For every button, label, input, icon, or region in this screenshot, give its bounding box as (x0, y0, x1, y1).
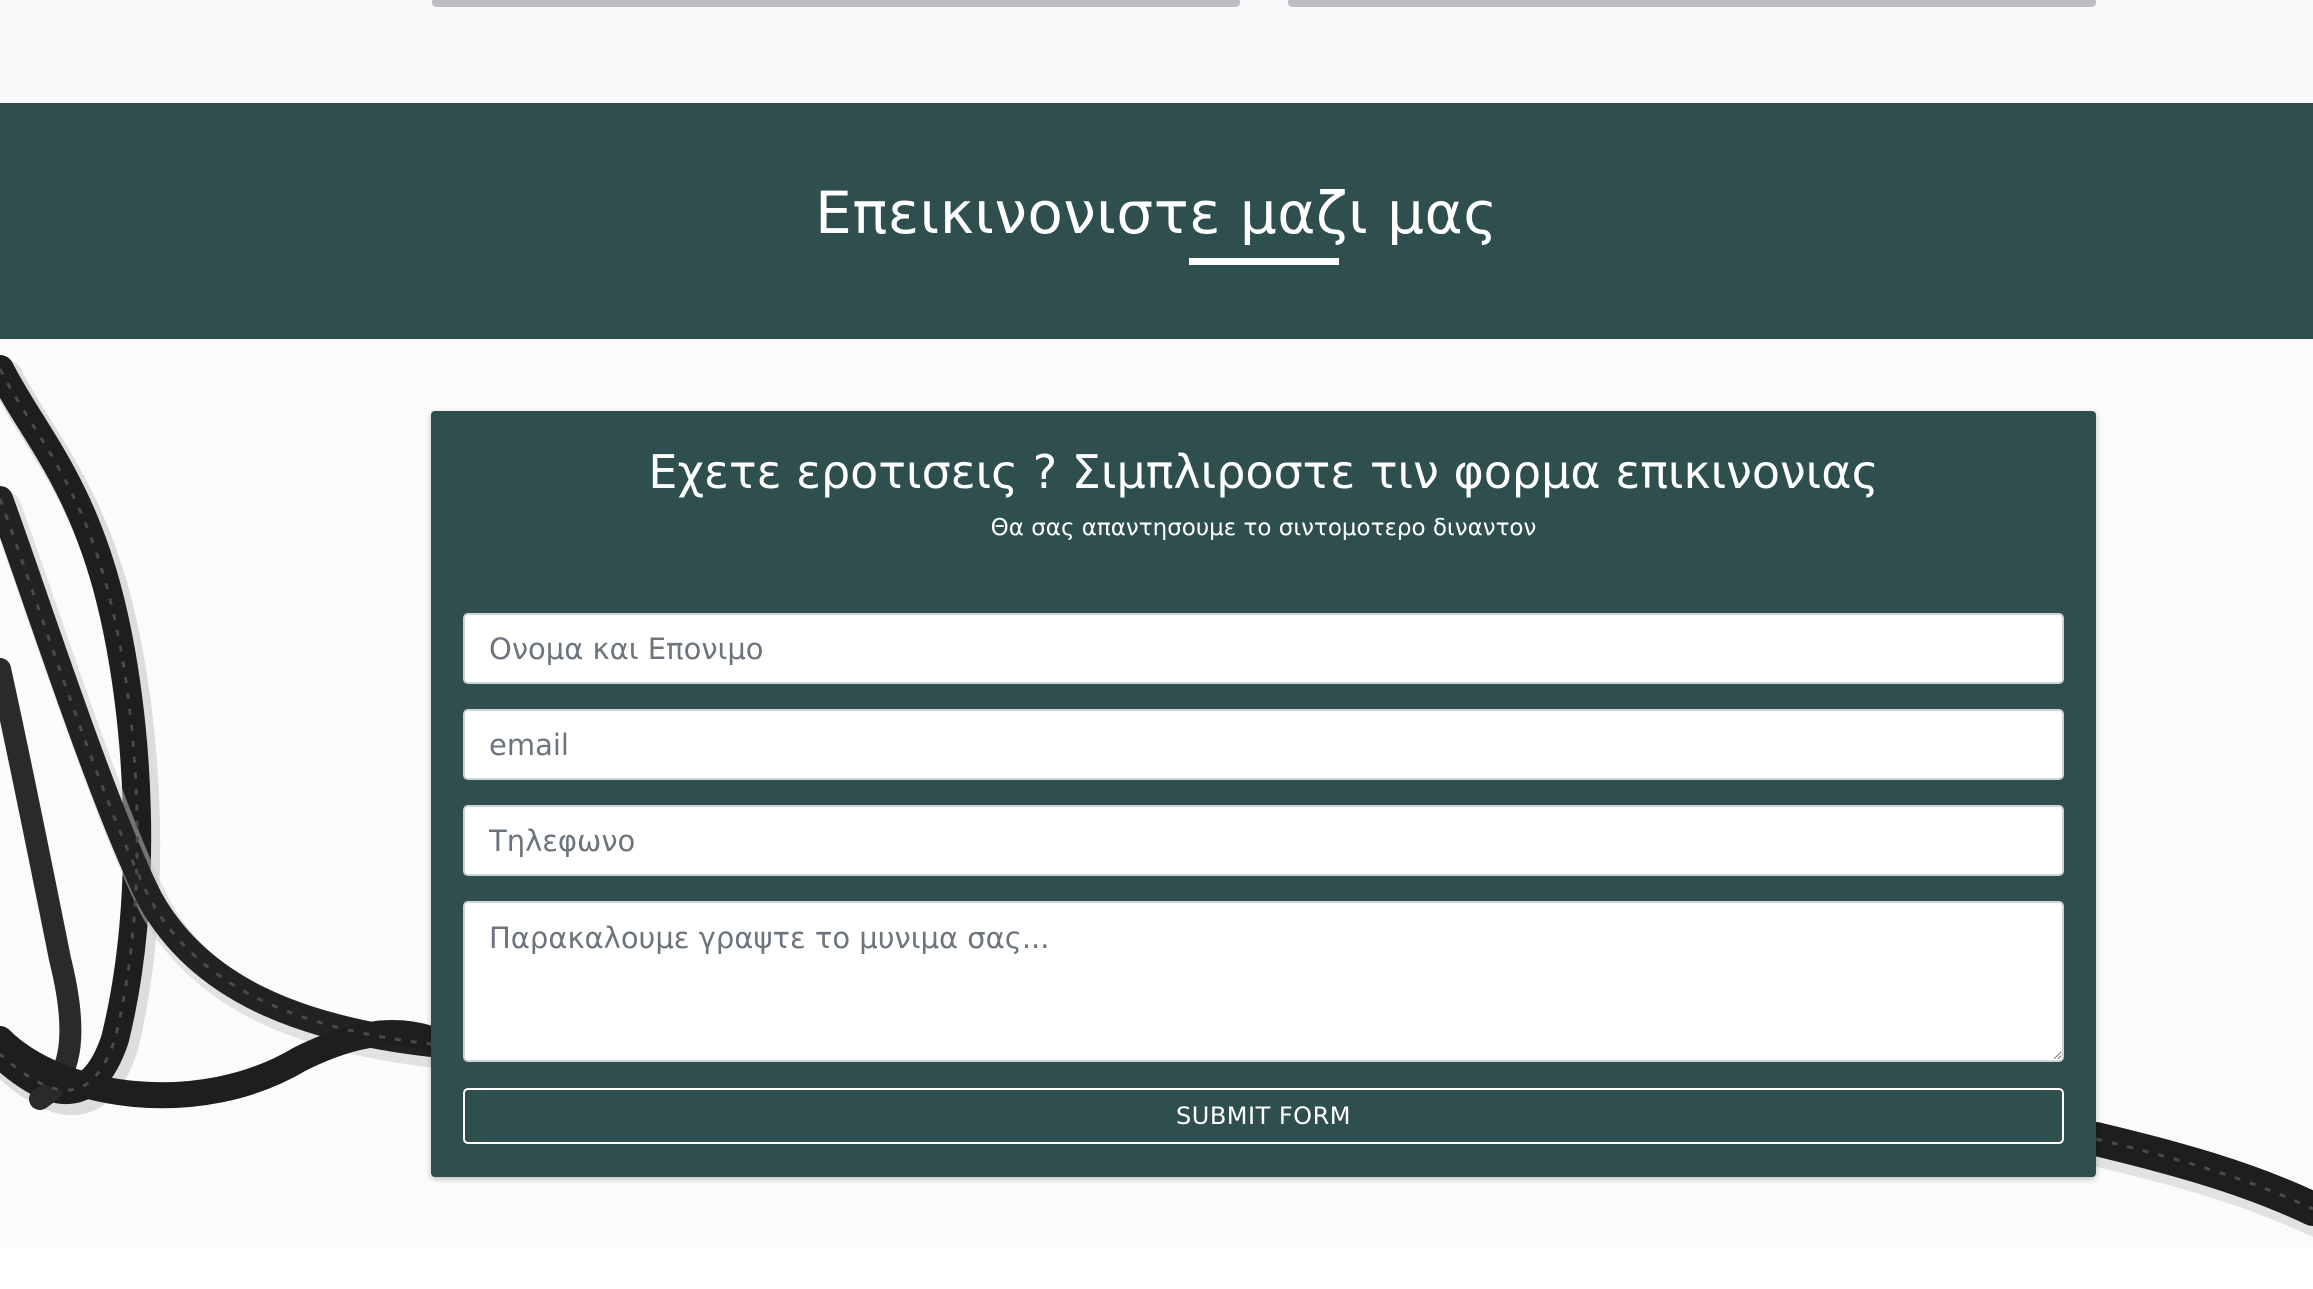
form-subtitle: Θα σας απαντησουμε το σιντομοτερο διναντ… (990, 515, 1537, 541)
contact-page: Επεικινονιστε μαζι μας Εχετε εροτισεις ?… (0, 0, 2313, 1289)
title-underline (1189, 258, 1339, 265)
contact-banner: Επεικινονιστε μαζι μας (0, 103, 2313, 339)
message-textarea[interactable] (463, 901, 2064, 1062)
phone-field[interactable] (463, 805, 2064, 876)
contact-form: Εχετε εροτισεις ? Σιμπλιροστε τιν φορμα … (431, 411, 2096, 1177)
name-field[interactable] (463, 613, 2064, 684)
card-bottom-left (432, 0, 1240, 7)
card-bottom-right (1288, 0, 2096, 7)
previous-section (0, 0, 2313, 103)
submit-form-button[interactable]: SUBMIT FORM (463, 1088, 2064, 1144)
email-field[interactable] (463, 709, 2064, 780)
page-bottom (0, 1248, 2313, 1289)
banner-title: Επεικινονιστε μαζι μας (815, 179, 1498, 247)
form-title: Εχετε εροτισεις ? Σιμπλιροστε τιν φορμα … (648, 445, 1879, 499)
